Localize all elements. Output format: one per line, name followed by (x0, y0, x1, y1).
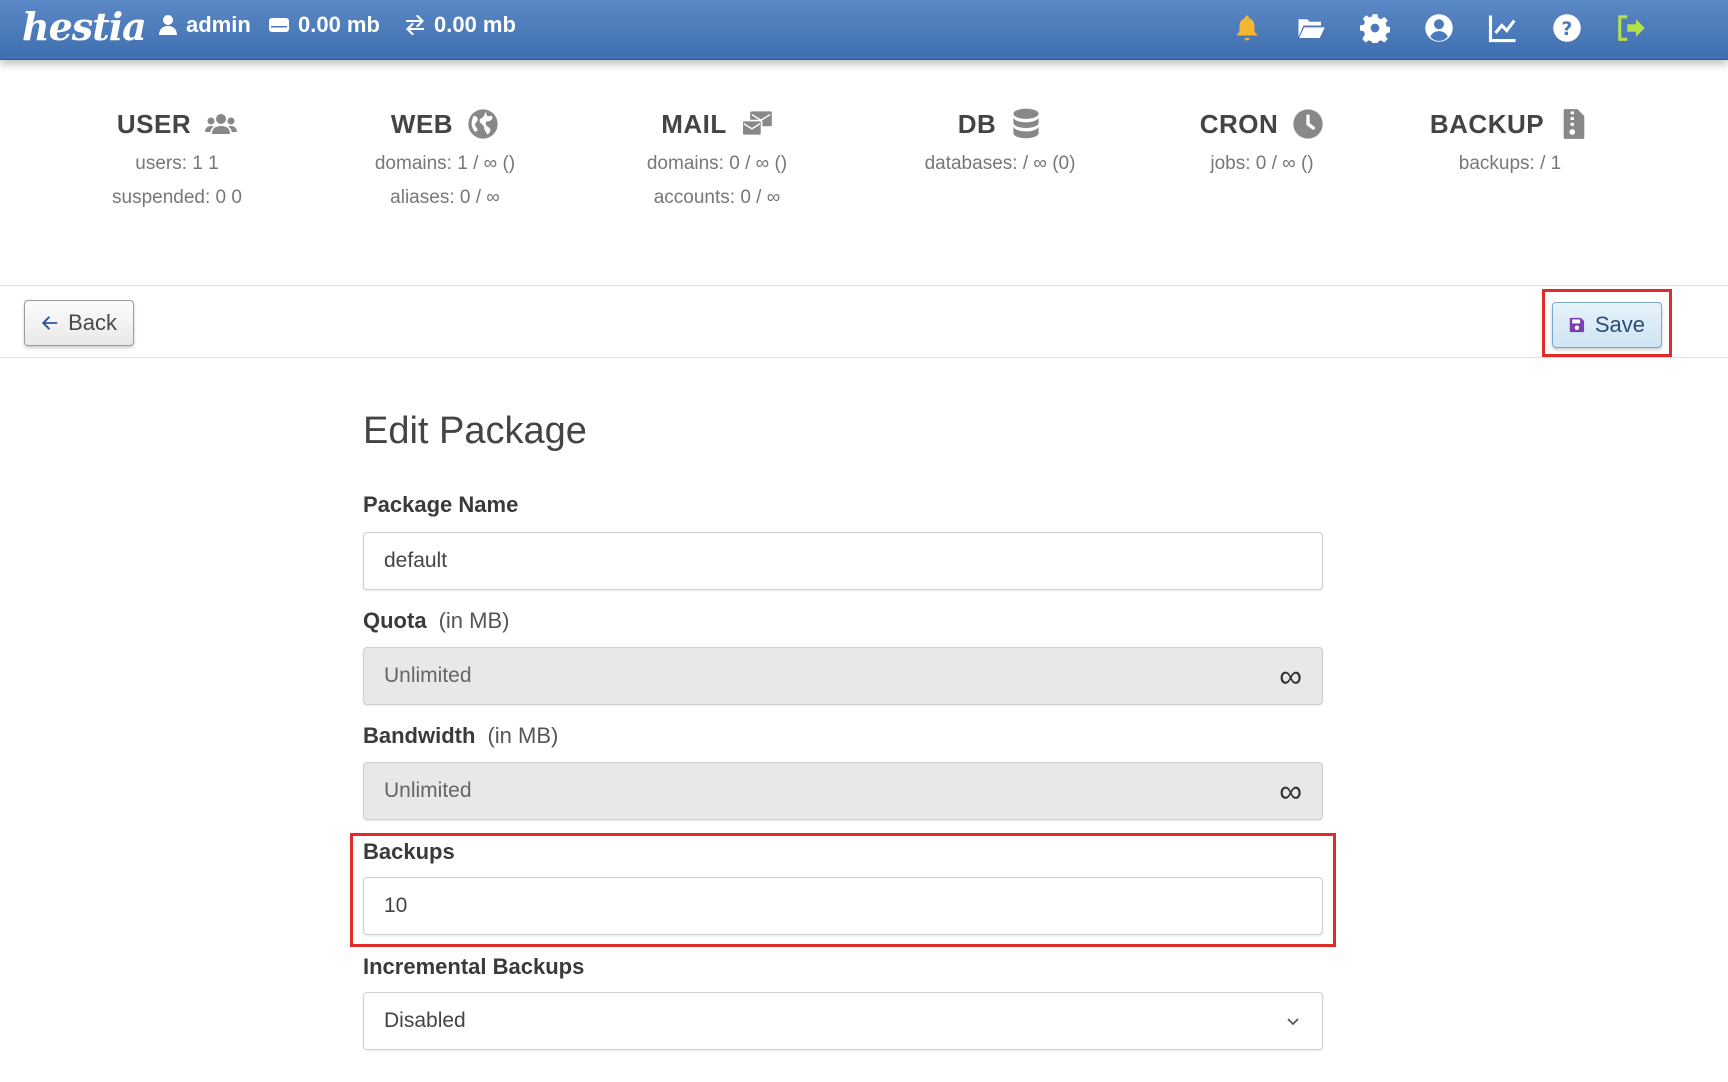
db-databases: databases: / ∞ (0) (924, 153, 1076, 174)
user-icon (159, 15, 177, 35)
mail-bulk-icon (741, 111, 772, 137)
logout-icon (1618, 15, 1645, 41)
package-name-label-text: Package Name (363, 492, 519, 517)
svg-text:?: ? (1562, 19, 1573, 40)
cron-title: CRON (1199, 108, 1279, 139)
user-profile-button[interactable] (1422, 11, 1456, 45)
quota-input[interactable]: Unlimited ∞ (363, 647, 1323, 705)
summary-user[interactable]: USER users: 1 1 suspended: 0 0 (52, 108, 302, 209)
package-name-input[interactable]: default (363, 532, 1323, 590)
database-icon (1013, 108, 1039, 139)
file-manager-button[interactable] (1294, 11, 1328, 45)
package-name-label: Package Name (363, 492, 518, 518)
quota-label: Quota (in MB) (363, 608, 509, 634)
top-navbar: hestia admin 0.00 mb 0.00 mb ? (0, 0, 1728, 60)
help-button[interactable]: ? (1550, 11, 1584, 45)
cron-jobs: jobs: 0 / ∞ () (1210, 153, 1314, 174)
incremental-label-text: Incremental Backups (363, 954, 585, 979)
settings-button[interactable] (1358, 11, 1392, 45)
quota-unlimited-toggle[interactable]: ∞ (1279, 660, 1302, 692)
back-button[interactable]: Back (24, 300, 134, 346)
chart-icon (1488, 15, 1516, 43)
username: admin (186, 12, 251, 37)
quota-value: Unlimited (384, 664, 472, 687)
clock-icon (1293, 109, 1323, 139)
chevron-down-icon (1287, 1018, 1299, 1026)
users-count: users: 1 1 (135, 153, 219, 174)
file-archive-icon (1563, 109, 1585, 139)
user-stat[interactable]: admin (158, 12, 251, 38)
db-title: DB (957, 108, 997, 139)
users-icon (205, 114, 238, 134)
incremental-backups-select[interactable]: Disabled (363, 992, 1323, 1050)
back-label: Back (68, 310, 117, 335)
mail-accounts: accounts: 0 / ∞ (653, 187, 781, 208)
incremental-value: Disabled (384, 1009, 466, 1032)
hdd-icon (269, 18, 289, 32)
summary-cron[interactable]: CRON jobs: 0 / ∞ () (1137, 108, 1387, 175)
backups-highlight-box (350, 833, 1336, 947)
gear-icon (1360, 14, 1390, 43)
web-aliases: aliases: 0 / ∞ (390, 187, 500, 208)
disk-usage: 0.00 mb (298, 12, 380, 37)
summary-web[interactable]: WEB domains: 1 / ∞ () aliases: 0 / ∞ (320, 108, 570, 209)
quota-hint: (in MB) (438, 608, 510, 633)
bandwidth-stat: 0.00 mb (404, 12, 516, 38)
incremental-backups-label: Incremental Backups (363, 954, 584, 980)
page-title: Edit Package (363, 410, 587, 452)
mail-title: MAIL (661, 108, 727, 139)
user-title: USER (116, 108, 192, 139)
save-highlight-box (1542, 289, 1672, 357)
exchange-icon (406, 15, 424, 35)
bell-icon (1237, 15, 1257, 41)
logout-button[interactable] (1614, 11, 1648, 45)
globe-icon (468, 109, 498, 139)
hestia-logo[interactable]: hestia (22, 4, 147, 49)
action-toolbar: Back Save (0, 286, 1728, 358)
bandwidth-usage: 0.00 mb (434, 12, 516, 37)
package-name-value: default (384, 549, 448, 572)
statistics-button[interactable] (1486, 11, 1520, 45)
bandwidth-label: Bandwidth (in MB) (363, 723, 558, 749)
summary-backup[interactable]: BACKUP backups: / 1 (1385, 108, 1635, 175)
quota-label-text: Quota (363, 608, 427, 633)
bandwidth-label-text: Bandwidth (363, 723, 476, 748)
suspended-count: suspended: 0 0 (112, 187, 242, 208)
backup-count: backups: / 1 (1458, 153, 1562, 174)
user-circle-icon (1425, 14, 1453, 42)
arrow-left-icon (41, 316, 58, 330)
notifications-bell[interactable] (1230, 11, 1264, 45)
backup-title: BACKUP (1429, 108, 1545, 139)
web-title: WEB (390, 108, 454, 139)
disk-stat: 0.00 mb (268, 12, 380, 38)
bandwidth-value: Unlimited (384, 779, 472, 802)
bandwidth-unlimited-toggle[interactable]: ∞ (1279, 775, 1302, 807)
bandwidth-hint: (in MB) (487, 723, 559, 748)
folder-open-icon (1298, 19, 1325, 38)
summary-mail[interactable]: MAIL domains: 0 / ∞ () accounts: 0 / ∞ (592, 108, 842, 209)
web-domains: domains: 1 / ∞ () (374, 153, 516, 174)
help-icon: ? (1553, 14, 1581, 42)
summary-db[interactable]: DB databases: / ∞ (0) (875, 108, 1125, 175)
bandwidth-input[interactable]: Unlimited ∞ (363, 762, 1323, 820)
account-summary: USER users: 1 1 suspended: 0 0 WEB domai… (0, 60, 1728, 286)
mail-domains: domains: 0 / ∞ () (646, 153, 788, 174)
